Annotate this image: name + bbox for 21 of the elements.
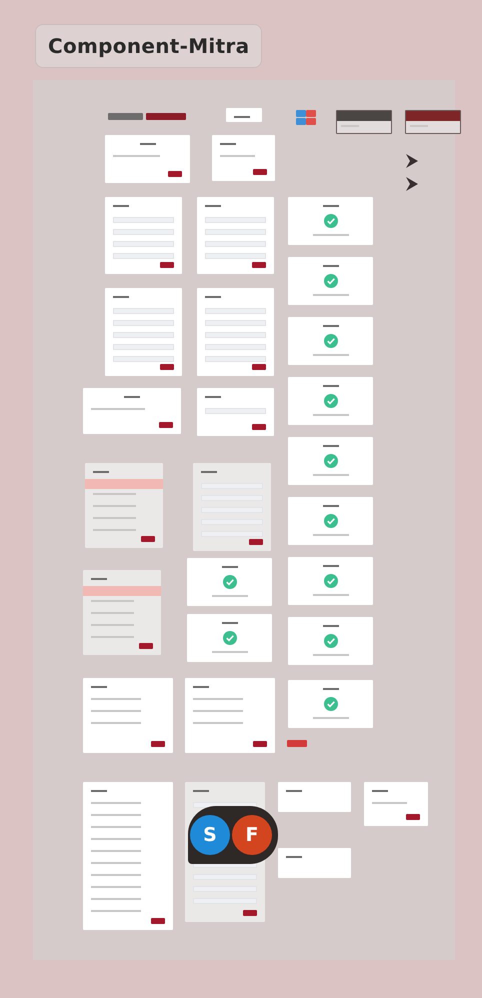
check-icon <box>324 697 338 711</box>
check-icon <box>324 394 338 408</box>
check-icon <box>324 454 338 468</box>
frame-thumbnail <box>212 135 275 181</box>
component-swatch <box>108 113 143 120</box>
check-icon <box>222 631 236 645</box>
component-swatch <box>287 740 307 747</box>
check-icon <box>324 634 338 648</box>
frame-thumbnail <box>364 782 428 826</box>
chevron-icon <box>405 176 419 192</box>
check-icon <box>324 514 338 528</box>
check-icon <box>222 575 236 589</box>
component-swatch <box>146 113 186 120</box>
check-icon <box>324 574 338 588</box>
frame-thumbnail <box>336 110 392 134</box>
chevron-icon <box>405 153 419 169</box>
page-title: Component-Mitra <box>35 24 262 68</box>
check-icon <box>324 214 338 228</box>
check-icon <box>324 334 338 348</box>
frame-thumbnail <box>226 108 262 122</box>
check-icon <box>324 274 338 288</box>
